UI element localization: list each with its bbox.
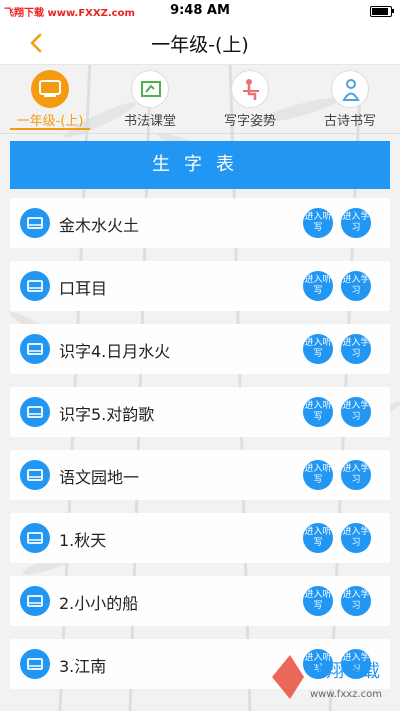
lesson-title: 语文园地一	[59, 468, 140, 487]
navigation-bar: 一年级-(上)	[0, 22, 400, 65]
list-item[interactable]: 语文园地一 进入听写 进入学习	[10, 450, 390, 500]
tab-ancient-poetry[interactable]: 古诗书写	[300, 64, 400, 134]
dictation-button[interactable]: 进入听写	[303, 271, 333, 301]
dictation-button[interactable]: 进入听写	[303, 208, 333, 238]
page-title: 一年级-(上)	[151, 34, 249, 56]
study-button[interactable]: 进入学习	[341, 334, 371, 364]
lesson-title: 1.秋天	[59, 531, 107, 550]
study-button[interactable]: 进入学习	[341, 523, 371, 553]
book-icon	[20, 586, 50, 616]
tab-label: 写字姿势	[223, 114, 276, 129]
tab-label: 一年级-(上)	[16, 114, 84, 129]
book-icon	[20, 334, 50, 364]
study-button[interactable]: 进入学习	[341, 586, 371, 616]
tab-label: 古诗书写	[323, 114, 376, 129]
list-item[interactable]: 2.小小的船 进入听写 进入学习	[10, 576, 390, 626]
study-button[interactable]: 进入学习	[341, 208, 371, 238]
study-button[interactable]: 进入学习	[341, 397, 371, 427]
list-item[interactable]: 金木水火土 进入听写 进入学习	[10, 198, 390, 248]
list-item[interactable]: 识字5.对韵歌 进入听写 进入学习	[10, 387, 390, 437]
list-item[interactable]: 1.秋天 进入听写 进入学习	[10, 513, 390, 563]
status-bar: 飞翔下载 www.FXXZ.com 9:48 AM	[0, 0, 400, 22]
watermark-logo: 飞翔下载 www.fxxz.com	[272, 655, 382, 700]
lesson-title: 3.江南	[59, 657, 107, 676]
poet-icon	[331, 70, 369, 108]
tab-writing-posture[interactable]: 写字姿势	[200, 64, 300, 134]
book-icon	[20, 271, 50, 301]
section-header: 生字表	[10, 141, 390, 189]
dictation-button[interactable]: 进入听写	[303, 460, 333, 490]
writing-posture-icon	[231, 70, 269, 108]
lesson-title: 金木水火土	[59, 216, 140, 235]
dictation-button[interactable]: 进入听写	[303, 523, 333, 553]
book-icon	[20, 523, 50, 553]
active-tab-indicator	[10, 128, 90, 130]
monitor-icon	[31, 70, 69, 108]
lesson-title: 口耳目	[59, 279, 108, 298]
dictation-button[interactable]: 进入听写	[303, 334, 333, 364]
list-item[interactable]: 口耳目 进入听写 进入学习	[10, 261, 390, 311]
dictation-button[interactable]: 进入听写	[303, 586, 333, 616]
book-icon	[20, 649, 50, 679]
book-icon	[20, 460, 50, 490]
status-time: 9:48 AM	[170, 3, 230, 18]
dictation-button[interactable]: 进入听写	[303, 397, 333, 427]
tab-calligraphy-class[interactable]: 书法课堂	[100, 64, 200, 134]
list-item[interactable]: 识字4.日月水火 进入听写 进入学习	[10, 324, 390, 374]
study-button[interactable]: 进入学习	[341, 460, 371, 490]
battery-icon	[370, 6, 394, 17]
category-tabs: 一年级-(上) 书法课堂 写字姿势 古诗书写	[0, 64, 400, 134]
tab-grade-one[interactable]: 一年级-(上)	[0, 64, 100, 134]
book-icon	[20, 208, 50, 238]
book-icon	[20, 397, 50, 427]
svg-text:飞翔下载: 飞翔下载	[308, 661, 380, 682]
lesson-title: 识字4.日月水火	[59, 342, 171, 361]
lesson-title: 2.小小的船	[59, 594, 139, 613]
study-button[interactable]: 进入学习	[341, 271, 371, 301]
tab-label: 书法课堂	[123, 114, 176, 129]
board-icon	[131, 70, 169, 108]
svg-text:www.fxxz.com: www.fxxz.com	[310, 689, 382, 700]
lesson-title: 识字5.对韵歌	[59, 405, 155, 424]
